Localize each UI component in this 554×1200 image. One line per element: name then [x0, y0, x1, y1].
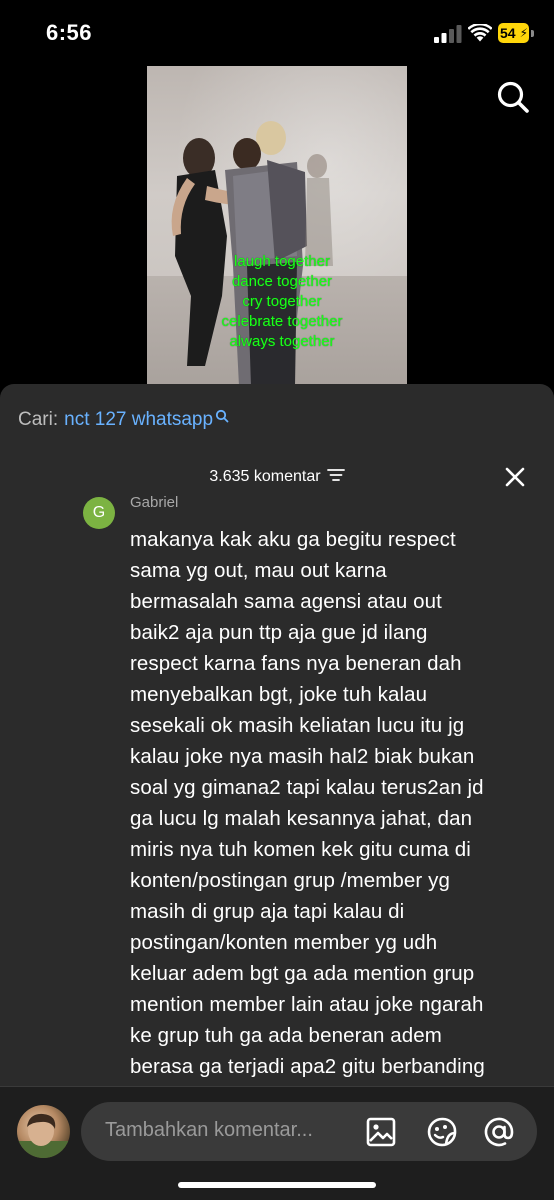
status-time: 6:56 [46, 20, 93, 45]
caption-line: laugh together [234, 253, 330, 270]
battery-level: 54 ⚡ [498, 23, 529, 43]
video-player[interactable]: laugh together dance together cry togeth… [147, 66, 407, 386]
comment-line: sama yg out, mau out karna [130, 559, 387, 582]
comment-item: G Gabriel makanya kak aku ga begitu resp… [0, 496, 554, 1088]
mention-icon[interactable] [483, 1116, 515, 1148]
comment-text: makanya kak aku ga begitu respect sama y… [130, 524, 544, 1082]
comment-line: ke grup tuh ga ada beneran adem [130, 1024, 442, 1047]
status-bar: 6:56 54 ⚡ [0, 0, 554, 64]
related-search-prefix: Cari: [18, 409, 59, 430]
related-search-link[interactable]: Cari: nct 127 whatsapp [18, 408, 229, 432]
video-caption: laugh together dance together cry togeth… [147, 252, 407, 352]
comment-line: keluar adem bgt ga ada mention grup [130, 962, 475, 985]
battery-icon: 54 ⚡ [498, 23, 535, 43]
comment-line: makanya kak aku ga begitu respect [130, 528, 456, 551]
caption-line: always together [229, 333, 335, 350]
comment-line: bermasalah sama agensi atau out [130, 590, 442, 613]
related-search-term[interactable]: nct 127 whatsapp [64, 409, 213, 430]
commenter-name[interactable]: Gabriel [130, 496, 178, 511]
comment-line: respect karna fans nya beneran dah [130, 652, 462, 675]
image-icon[interactable] [365, 1116, 397, 1148]
comment-count: 3.635 komentar [209, 468, 321, 485]
comment-line: ga lucu lg malah kesannya jahat, dan [130, 807, 473, 830]
user-avatar-image [17, 1113, 70, 1158]
caption-line: cry together [242, 293, 322, 310]
comment-count-header: 3.635 komentar [0, 464, 554, 490]
comment-input-placeholder: Tambahkan komentar... [105, 1119, 313, 1141]
search-icon[interactable] [496, 80, 530, 114]
comment-line: baik2 aja pun ttp aja gue jd ilang [130, 621, 428, 644]
comment-line: menyebalkan bgt, joke tuh kalau [130, 683, 428, 706]
close-icon[interactable] [503, 465, 527, 489]
comment-line: sesekali ok masih keliatan lucu itu jg [130, 714, 465, 737]
comment-line: konten/postingan grup /member yg [130, 869, 450, 892]
comment-line: kalau joke nya masih hal2 biak bukan [130, 745, 475, 768]
wifi-icon [468, 24, 492, 42]
cellular-signal-icon [434, 25, 462, 43]
caption-line: dance together [231, 273, 333, 290]
battery-level-text: 54 [500, 25, 516, 41]
home-indicator[interactable] [178, 1182, 376, 1188]
comment-line: soal yg gimana2 tapi kalau terus2an jd [130, 776, 484, 799]
comments-sheet: Cari: nct 127 whatsapp 3.635 komentar G G… [0, 384, 554, 1200]
caption-line: celebrate together [221, 313, 343, 330]
comment-line: miris nya tuh komen kek gitu cuma di [130, 838, 471, 861]
emoji-icon[interactable] [426, 1116, 458, 1148]
user-avatar[interactable] [17, 1105, 70, 1158]
search-icon [215, 409, 229, 423]
battery-cap [531, 30, 534, 37]
comment-input-bar: Tambahkan komentar... [0, 1086, 554, 1200]
comment-line: postingan/konten member yg udh [130, 931, 438, 954]
filter-icon[interactable] [326, 468, 345, 482]
commenter-avatar[interactable]: G [83, 497, 115, 529]
comment-line: mention member lain atau joke ngarah [130, 993, 484, 1016]
charging-bolt-icon: ⚡ [519, 26, 528, 40]
comment-line: berasa ga terjadi apa2 gitu berbanding [130, 1055, 485, 1078]
screen: 6:56 54 ⚡ laugh together dance together … [0, 0, 554, 1200]
comment-line: masih di grup aja tapi kalau di [130, 900, 405, 923]
comment-input[interactable]: Tambahkan komentar... [81, 1102, 537, 1161]
